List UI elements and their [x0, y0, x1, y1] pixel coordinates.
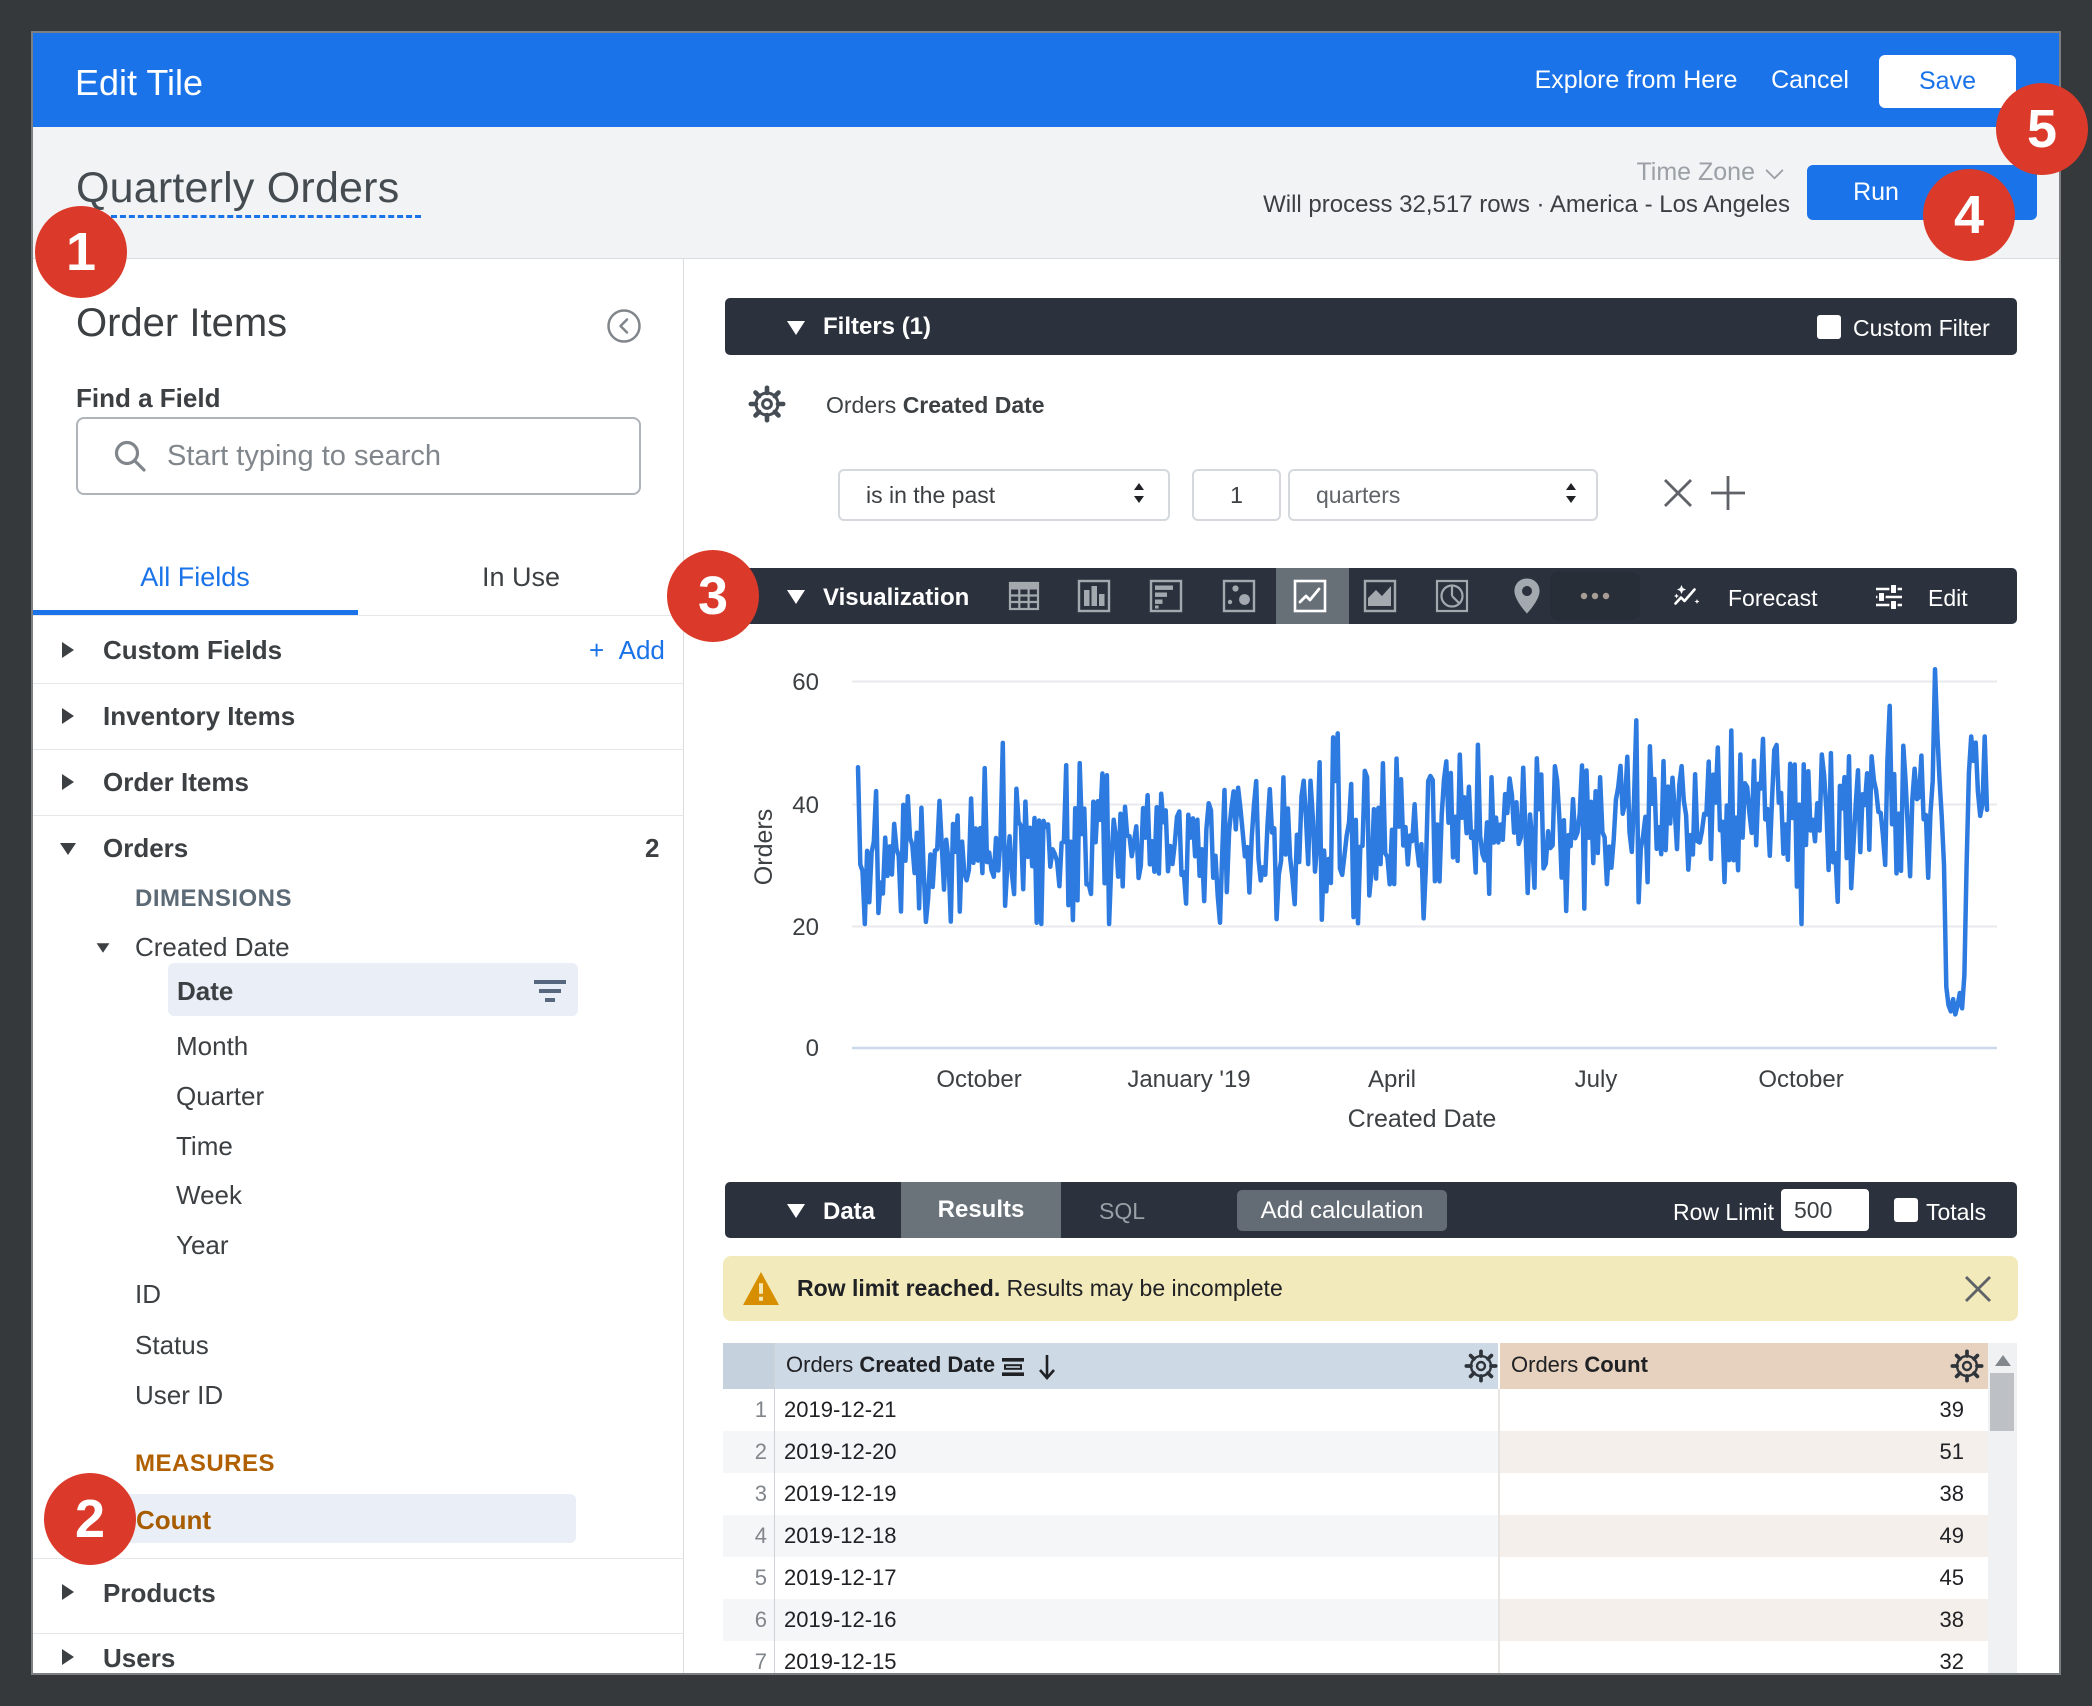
svg-text:60: 60	[792, 669, 819, 696]
svg-text:October: October	[936, 1066, 1021, 1093]
svg-text:October: October	[1758, 1066, 1843, 1093]
svg-text:Created Date: Created Date	[1348, 1105, 1497, 1133]
svg-text:20: 20	[792, 914, 819, 941]
svg-text:40: 40	[792, 792, 819, 819]
svg-text:Orders: Orders	[750, 809, 778, 885]
svg-text:July: July	[1575, 1066, 1618, 1093]
svg-text:January '19: January '19	[1127, 1066, 1250, 1093]
svg-text:0: 0	[806, 1035, 819, 1062]
svg-text:April: April	[1368, 1066, 1416, 1093]
